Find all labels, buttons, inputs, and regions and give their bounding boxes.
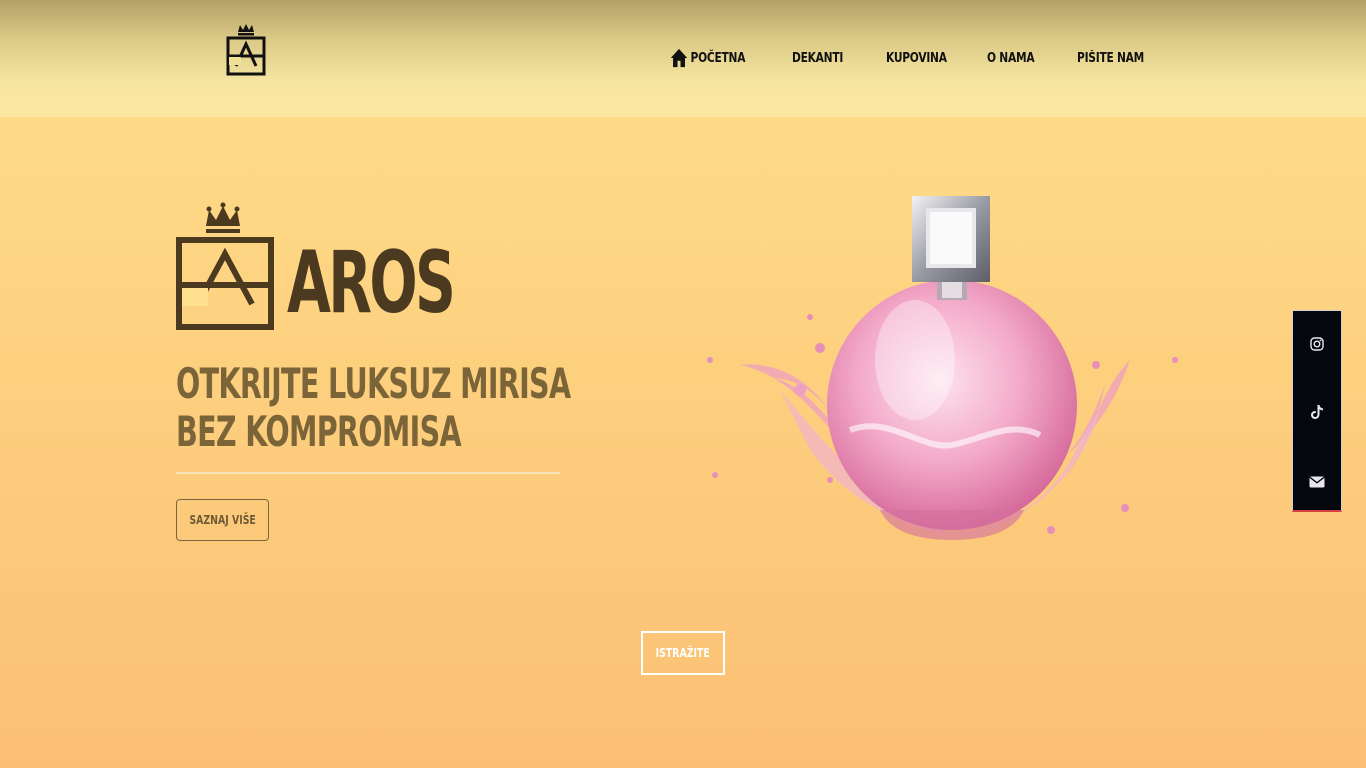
nav-pisite-nam[interactable]: PIŠITE NAM	[1077, 51, 1144, 66]
aros-logo[interactable]	[224, 22, 268, 78]
explore-label: ISTRAŽITE	[655, 646, 711, 660]
instagram-icon	[1310, 337, 1324, 351]
hero-divider	[176, 472, 560, 474]
instagram-button[interactable]	[1293, 311, 1341, 377]
tiktok-button[interactable]	[1293, 379, 1341, 445]
tiktok-icon	[1311, 405, 1323, 419]
perfume-bottle-image	[707, 196, 1178, 540]
email-button[interactable]	[1293, 449, 1341, 515]
nav-home[interactable]: POČETNA	[670, 48, 745, 68]
nav-kupovina-label: KUPOVINA	[886, 50, 947, 66]
site-header: POČETNA DEKANTI KUPOVINA O NAMA PIŠITE N…	[0, 0, 1366, 117]
learn-more-button[interactable]: SAZNAJ VIŠE	[176, 499, 269, 541]
nav-o-nama[interactable]: O NAMA	[987, 50, 1035, 66]
tagline-line-2: BEZ KOMPROMISA	[176, 407, 462, 456]
hero-tagline: OTKRIJTE LUKSUZ MIRISA BEZ KOMPROMISA	[176, 359, 571, 456]
envelope-icon	[1309, 476, 1325, 488]
home-icon	[670, 48, 688, 68]
nav-dekanti[interactable]: DEKANTI	[792, 51, 843, 66]
nav-kupovina[interactable]: KUPOVINA	[886, 51, 947, 66]
explore-button[interactable]: ISTRAŽITE	[641, 631, 725, 675]
nav-home-label: POČETNA	[690, 50, 746, 66]
aros-big-logo	[176, 202, 274, 330]
nav-pisite-nam-label: PIŠITE NAM	[1077, 50, 1145, 66]
tagline-line-1: OTKRIJTE LUKSUZ MIRISA	[176, 359, 571, 408]
nav-o-nama-label: O NAMA	[987, 50, 1035, 66]
brand-name: AROS	[287, 233, 456, 333]
learn-more-label: SAZNAJ VIŠE	[189, 513, 256, 527]
nav-dekanti-label: DEKANTI	[792, 50, 844, 66]
social-sidebar	[1292, 310, 1342, 512]
